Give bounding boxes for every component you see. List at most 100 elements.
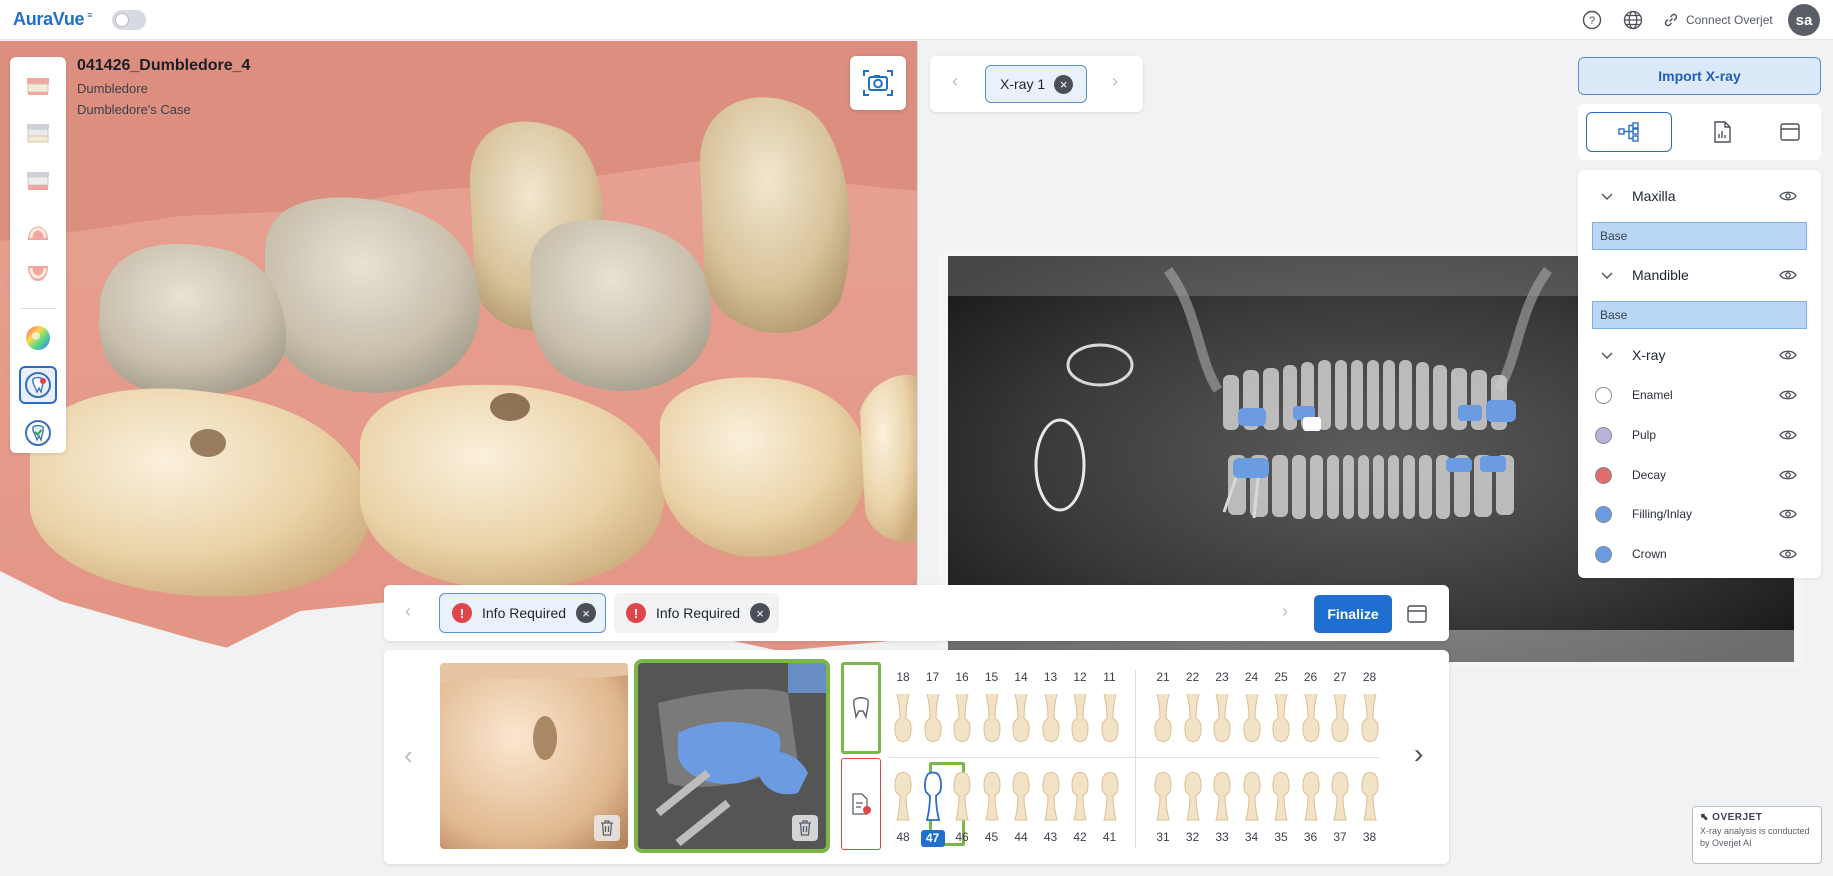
- chevron-down-icon[interactable]: [1600, 189, 1614, 203]
- layer-group-maxilla[interactable]: Maxilla: [1578, 178, 1821, 214]
- tooth-48[interactable]: [891, 770, 915, 822]
- tooth-17[interactable]: [921, 692, 945, 744]
- layer-item-decay[interactable]: Decay: [1578, 457, 1821, 493]
- layout-icon[interactable]: [1406, 603, 1428, 625]
- tooth-number-25[interactable]: 25: [1269, 670, 1293, 684]
- finding-tab-1[interactable]: ! Info Required ×: [439, 593, 606, 633]
- tooth-number-41[interactable]: 41: [1098, 830, 1122, 844]
- tooth-11[interactable]: [1098, 692, 1122, 744]
- color-map-button[interactable]: [19, 319, 57, 357]
- tooth-31[interactable]: [1151, 770, 1175, 822]
- tooth-number-22[interactable]: 22: [1181, 670, 1205, 684]
- close-icon[interactable]: ×: [576, 603, 597, 623]
- tooth-number-11[interactable]: 11: [1098, 670, 1122, 684]
- tooth-number-33[interactable]: 33: [1210, 830, 1234, 844]
- tooth-number-32[interactable]: 32: [1181, 830, 1205, 844]
- thumbs-next-arrow-icon[interactable]: ›: [1414, 738, 1423, 770]
- tooth-number-24[interactable]: 24: [1240, 670, 1264, 684]
- help-icon[interactable]: ?: [1581, 9, 1603, 31]
- tooth-47[interactable]: [921, 770, 945, 822]
- screenshot-button[interactable]: [850, 56, 906, 110]
- xray-thumbnail[interactable]: [634, 659, 830, 853]
- layer-group-xray[interactable]: X-ray: [1578, 337, 1821, 373]
- tooth-34[interactable]: [1240, 770, 1264, 822]
- tooth-check-button[interactable]: [19, 414, 57, 452]
- delete-button[interactable]: [594, 815, 620, 841]
- tooth-number-15[interactable]: 15: [980, 670, 1004, 684]
- layer-group-mandible[interactable]: Mandible: [1578, 257, 1821, 293]
- xray-next-arrow-icon[interactable]: ›: [1112, 71, 1118, 92]
- tooth-number-31[interactable]: 31: [1151, 830, 1175, 844]
- layer-maxilla-base[interactable]: Base: [1592, 222, 1807, 250]
- tooth-number-28[interactable]: 28: [1358, 670, 1382, 684]
- tooth-16[interactable]: [950, 692, 974, 744]
- finalize-button[interactable]: Finalize: [1314, 595, 1392, 633]
- layer-mandible-base[interactable]: Base: [1592, 301, 1807, 329]
- tooth-28[interactable]: [1358, 692, 1382, 744]
- lower-jaw-button[interactable]: [19, 162, 57, 200]
- tooth-scan-button[interactable]: [19, 366, 57, 404]
- tooth-32[interactable]: [1181, 770, 1205, 822]
- thumbs-prev-arrow-icon[interactable]: ‹: [404, 740, 413, 771]
- tooth-number-36[interactable]: 36: [1299, 830, 1323, 844]
- layer-item-filling-inlay[interactable]: Filling/Inlay: [1578, 496, 1821, 532]
- close-icon[interactable]: ×: [1054, 74, 1074, 94]
- tooth-37[interactable]: [1328, 770, 1352, 822]
- tooth-number-17[interactable]: 17: [921, 670, 945, 684]
- tooth-number-21[interactable]: 21: [1151, 670, 1175, 684]
- tooth-number-38[interactable]: 38: [1358, 830, 1382, 844]
- tooth-number-27[interactable]: 27: [1328, 670, 1352, 684]
- app-logo[interactable]: AuraVue ≡: [13, 9, 93, 30]
- tab-layers[interactable]: [1586, 112, 1672, 152]
- xray-prev-arrow-icon[interactable]: ‹: [952, 71, 958, 92]
- tooth-number-34[interactable]: 34: [1240, 830, 1264, 844]
- tooth-18[interactable]: [891, 692, 915, 744]
- finding-tab-2[interactable]: ! Info Required ×: [614, 593, 779, 633]
- eye-icon[interactable]: [1779, 469, 1797, 481]
- tooth-number-42[interactable]: 42: [1068, 830, 1092, 844]
- eye-icon[interactable]: [1779, 269, 1797, 281]
- mode-toggle[interactable]: [112, 10, 146, 30]
- xray-tab[interactable]: X-ray 1 ×: [985, 65, 1087, 103]
- layer-item-enamel[interactable]: Enamel: [1578, 377, 1821, 413]
- findings-prev-arrow-icon[interactable]: ‹: [405, 601, 411, 622]
- tooth-36[interactable]: [1299, 770, 1323, 822]
- tooth-27[interactable]: [1328, 692, 1352, 744]
- eye-icon[interactable]: [1779, 349, 1797, 361]
- tab-report[interactable]: [1698, 112, 1746, 152]
- tooth-21[interactable]: [1151, 692, 1175, 744]
- tooth-33[interactable]: [1210, 770, 1234, 822]
- tooth-35[interactable]: [1269, 770, 1293, 822]
- tooth-24[interactable]: [1240, 692, 1264, 744]
- tooth-number-48[interactable]: 48: [891, 830, 915, 844]
- both-jaws-button[interactable]: [19, 114, 57, 152]
- tooth-25[interactable]: [1269, 692, 1293, 744]
- connect-overjet-button[interactable]: Connect Overjet: [1662, 9, 1773, 31]
- tooth-42[interactable]: [1068, 770, 1092, 822]
- chevron-down-icon[interactable]: [1600, 268, 1614, 282]
- tooth-number-12[interactable]: 12: [1068, 670, 1092, 684]
- tooth-26[interactable]: [1299, 692, 1323, 744]
- tooth-13[interactable]: [1039, 692, 1063, 744]
- tooth-number-43[interactable]: 43: [1039, 830, 1063, 844]
- eye-icon[interactable]: [1779, 429, 1797, 441]
- tooth-number-46[interactable]: 46: [950, 830, 974, 844]
- delete-button[interactable]: [792, 815, 818, 841]
- import-xray-button[interactable]: Import X-ray: [1578, 57, 1821, 95]
- tooth-number-16[interactable]: 16: [950, 670, 974, 684]
- tooth-view-button[interactable]: [841, 662, 881, 754]
- tooth-12[interactable]: [1068, 692, 1092, 744]
- tooth-46[interactable]: [950, 770, 974, 822]
- findings-report-button[interactable]: [841, 758, 881, 850]
- tooth-number-47[interactable]: 47: [920, 830, 945, 847]
- layer-item-pulp[interactable]: Pulp: [1578, 417, 1821, 453]
- eye-icon[interactable]: [1779, 389, 1797, 401]
- close-icon[interactable]: ×: [750, 603, 771, 623]
- findings-next-arrow-icon[interactable]: ›: [1282, 601, 1288, 622]
- scan-thumbnail[interactable]: [440, 663, 628, 849]
- eye-icon[interactable]: [1779, 508, 1797, 520]
- tooth-43[interactable]: [1039, 770, 1063, 822]
- tooth-number-37[interactable]: 37: [1328, 830, 1352, 844]
- tooth-number-44[interactable]: 44: [1009, 830, 1033, 844]
- tooth-number-35[interactable]: 35: [1269, 830, 1293, 844]
